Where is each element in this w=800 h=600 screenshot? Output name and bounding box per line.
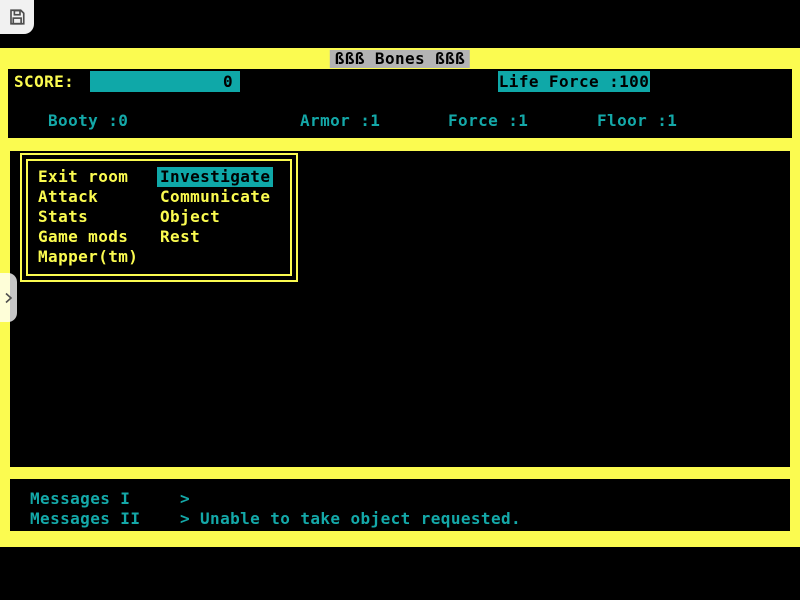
messages-panel: Messages I > Messages II > Unable to tak… [10, 479, 790, 531]
menu-item-rest[interactable]: Rest [160, 227, 273, 247]
menu-item-mapper[interactable]: Mapper(tm) [38, 247, 138, 267]
message-prompt: > [180, 511, 190, 527]
save-icon [8, 8, 26, 26]
command-menu: Exit room Attack Stats Game mods Mapper(… [20, 153, 298, 282]
window-title: ßßß Bones ßßß [330, 50, 470, 68]
message-row: Messages II > Unable to take object requ… [10, 511, 790, 527]
score-label: SCORE: [14, 71, 74, 92]
menu-column-left: Exit room Attack Stats Game mods Mapper(… [38, 167, 138, 267]
selected-menu-highlight[interactable]: Investigate [157, 167, 273, 187]
menu-item-attack[interactable]: Attack [38, 187, 138, 207]
menu-column-right: Investigate Communicate Object Rest [160, 167, 273, 247]
message-label: Messages I [30, 491, 130, 507]
menu-item-stats[interactable]: Stats [38, 207, 138, 227]
stat-armor: Armor :1 [300, 111, 380, 131]
command-menu-inner: Exit room Attack Stats Game mods Mapper(… [26, 159, 292, 276]
menu-item-communicate[interactable]: Communicate [160, 187, 273, 207]
stat-force: Force :1 [448, 111, 528, 131]
life-force-badge: Life Force :100 [498, 71, 650, 92]
menu-item-exit-room[interactable]: Exit room [38, 167, 138, 187]
main-play-area: Exit room Attack Stats Game mods Mapper(… [10, 151, 790, 467]
save-button[interactable] [0, 0, 34, 34]
chevron-right-icon [4, 292, 13, 304]
menu-item-game-mods[interactable]: Game mods [38, 227, 138, 247]
sidebar-expand-tab[interactable] [0, 273, 17, 322]
stat-floor: Floor :1 [597, 111, 677, 131]
menu-item-object[interactable]: Object [160, 207, 273, 227]
message-row: Messages I > [10, 491, 790, 507]
message-prompt: > [180, 491, 190, 507]
menu-item-investigate[interactable]: Investigate [160, 167, 273, 187]
stat-booty: Booty :0 [48, 111, 128, 131]
score-bar: 0 [90, 71, 240, 92]
status-panel: SCORE: 0 Life Force :100 Booty :0 Armor … [8, 69, 792, 138]
message-text: Unable to take object requested. [200, 511, 521, 527]
message-label: Messages II [30, 511, 140, 527]
game-screen: ßßß Bones ßßß SCORE: 0 Life Force :100 B… [0, 0, 800, 600]
